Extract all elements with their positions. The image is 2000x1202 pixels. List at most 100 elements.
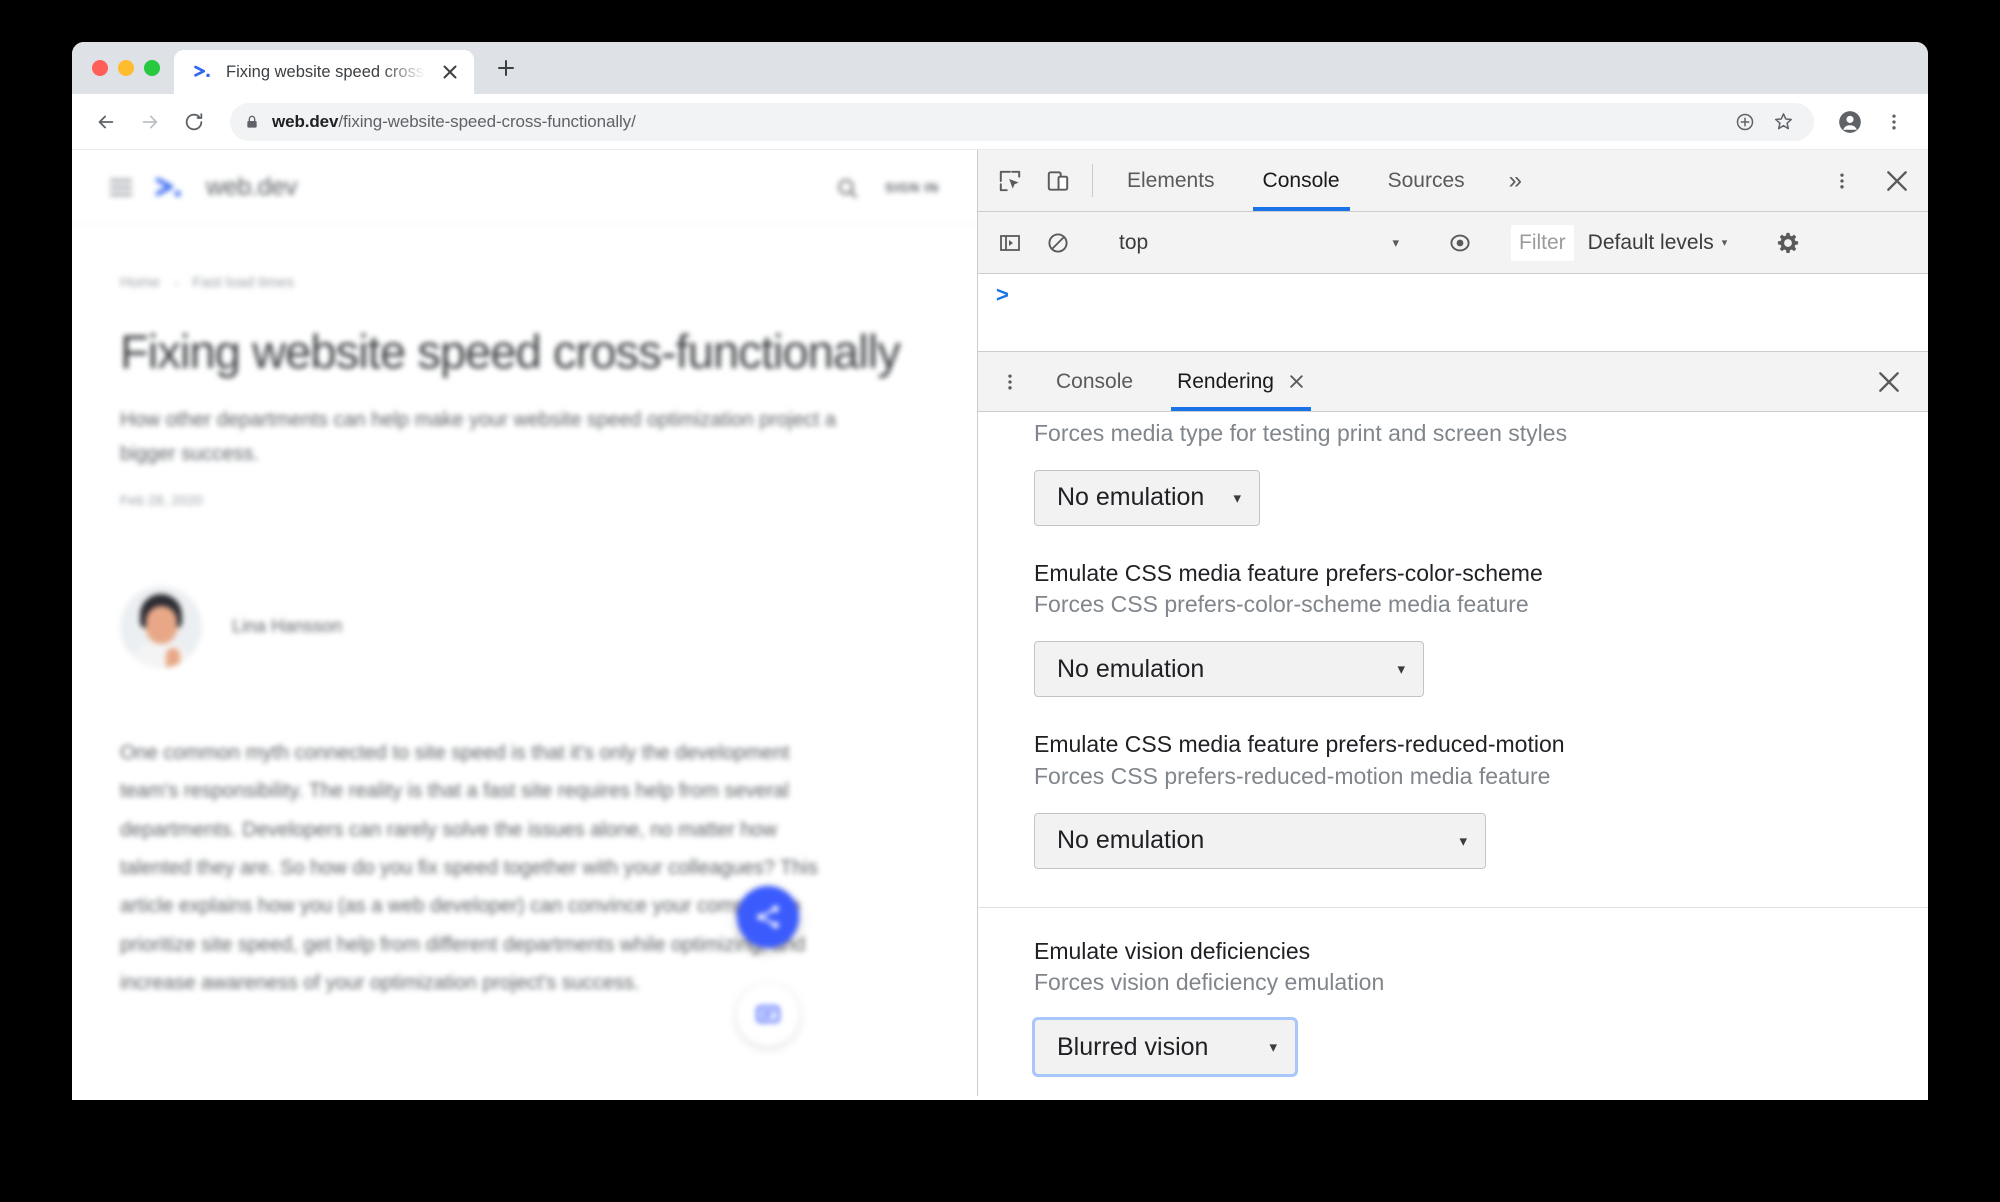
chevron-down-icon: ▾ (1269, 1039, 1277, 1057)
tab-elements[interactable]: Elements (1103, 150, 1239, 211)
devtools-panel: Elements Console Sources » top ▾ Filter … (978, 150, 1928, 1096)
url-text: web.dev/fixing-website-speed-cross-funct… (272, 112, 636, 132)
page-blurred-content: web.dev SIGN IN Home › Fast load times F… (72, 150, 977, 1096)
inspect-element-icon[interactable] (986, 150, 1034, 211)
site-header: web.dev SIGN IN (72, 150, 977, 226)
console-message-area[interactable]: > (978, 274, 1928, 352)
page-title: Fixing website speed cross-functionally (120, 325, 901, 378)
emulate-media-value: No emulation (1057, 483, 1205, 512)
site-header-actions: SIGN IN (835, 176, 939, 200)
console-prompt-chevron: > (996, 282, 1009, 307)
minimize-window-button[interactable] (118, 60, 134, 76)
author-row: Lina Hansson (120, 585, 929, 668)
tab-strip: Fixing website speed cross-fun (72, 42, 1928, 94)
rendering-section-prefers-reduced-motion: Emulate CSS media feature prefers-reduce… (978, 723, 1928, 894)
hamburger-icon[interactable] (110, 179, 132, 196)
profile-avatar-icon[interactable] (1830, 102, 1870, 142)
close-window-button[interactable] (92, 60, 108, 76)
prefers-color-scheme-select[interactable]: No emulation ▾ (1034, 641, 1424, 698)
console-sidebar-icon[interactable] (988, 221, 1032, 265)
window-traffic-lights (86, 42, 174, 94)
prefers-reduced-motion-value: No emulation (1057, 826, 1205, 855)
rendering-section-vision-deficiencies: Emulate vision deficiencies Forces visio… (978, 906, 1928, 1096)
author-name[interactable]: Lina Hansson (232, 616, 342, 637)
webdev-favicon (192, 61, 214, 83)
devtools-menu-icon[interactable] (1818, 171, 1866, 191)
address-bar[interactable]: web.dev/fixing-website-speed-cross-funct… (230, 102, 1814, 141)
tab-console-label: Console (1262, 168, 1340, 192)
section-title: Emulate vision deficiencies (1034, 937, 1311, 964)
drawer-tabbar: Console Rendering (978, 352, 1928, 412)
section-description: Forces CSS prefers-reduced-motion media … (1034, 762, 1551, 789)
tab-sources-label: Sources (1387, 168, 1465, 192)
gear-icon[interactable] (1766, 221, 1810, 265)
feedback-icon[interactable] (737, 984, 799, 1046)
breadcrumb-current[interactable]: Fast load times (192, 274, 294, 291)
close-drawer-icon[interactable] (1850, 352, 1928, 411)
browser-tab[interactable]: Fixing website speed cross-fun (174, 50, 474, 94)
content-split: web.dev SIGN IN Home › Fast load times F… (72, 150, 1928, 1096)
page-viewport: web.dev SIGN IN Home › Fast load times F… (72, 150, 978, 1096)
maximize-window-button[interactable] (144, 60, 160, 76)
console-filter-input[interactable]: Filter (1511, 224, 1574, 261)
breadcrumb-separator-icon: › (174, 275, 179, 290)
breadcrumb-home[interactable]: Home (120, 274, 160, 291)
tab-sources[interactable]: Sources (1364, 150, 1489, 211)
console-levels-label: Default levels (1587, 230, 1714, 254)
webdev-logo-icon[interactable] (154, 173, 184, 203)
device-toolbar-icon[interactable] (1034, 150, 1082, 211)
new-tab-button[interactable] (484, 46, 528, 90)
lock-icon (244, 114, 260, 130)
tab-console[interactable]: Console (1239, 150, 1364, 211)
close-devtools-icon[interactable] (1866, 168, 1928, 194)
article: Home › Fast load times Fixing website sp… (72, 226, 977, 1003)
chevron-down-icon: ▾ (1392, 234, 1399, 250)
install-app-icon[interactable] (1728, 105, 1762, 139)
chevron-down-icon: ▾ (1721, 237, 1728, 249)
prefers-reduced-motion-select[interactable]: No emulation ▾ (1034, 812, 1486, 869)
emulate-media-select[interactable]: No emulation ▾ (1034, 469, 1260, 526)
drawer-more-options-icon[interactable] (986, 352, 1034, 411)
browser-menu-icon[interactable] (1874, 102, 1914, 142)
section-title: Emulate CSS media feature prefers-color-… (1034, 559, 1543, 586)
console-context-select[interactable]: top ▾ (1109, 223, 1409, 263)
breadcrumb: Home › Fast load times (120, 274, 929, 291)
share-icon[interactable] (737, 886, 799, 948)
console-levels-select[interactable]: Default levels ▾ (1578, 231, 1738, 255)
rendering-section-prefers-color-scheme: Emulate CSS media feature prefers-color-… (978, 552, 1928, 723)
drawer-tab-console[interactable]: Console (1034, 352, 1155, 411)
chevron-down-icon: ▾ (1233, 489, 1241, 507)
more-tabs-icon[interactable]: » (1489, 150, 1542, 211)
reload-button[interactable] (174, 102, 214, 142)
toolbar-divider (1092, 164, 1093, 197)
drawer-tab-rendering[interactable]: Rendering (1155, 352, 1327, 411)
close-rendering-tab-icon[interactable] (1288, 373, 1305, 390)
close-tab-button[interactable] (438, 60, 462, 84)
vision-deficiency-select[interactable]: Blurred vision ▾ (1032, 1017, 1298, 1078)
devtools-tabbar-actions (1805, 150, 1928, 211)
article-body: One common myth connected to site speed … (120, 741, 818, 995)
devtools-tabbar: Elements Console Sources » (978, 150, 1928, 212)
clear-console-icon[interactable] (1036, 221, 1080, 265)
back-button[interactable] (86, 102, 126, 142)
section-title: Emulate CSS media feature prefers-reduce… (1034, 731, 1565, 758)
site-logo-text[interactable]: web.dev (206, 173, 297, 202)
chevron-down-icon: ▾ (1397, 661, 1405, 679)
devtools-drawer: Console Rendering Forces media type for … (978, 352, 1928, 1096)
star-icon[interactable] (1766, 105, 1800, 139)
drawer-tab-rendering-label: Rendering (1177, 369, 1274, 393)
url-domain: web.dev (272, 111, 339, 131)
prefers-color-scheme-value: No emulation (1057, 654, 1205, 683)
vision-deficiency-value: Blurred vision (1057, 1032, 1209, 1061)
live-expression-icon[interactable] (1438, 221, 1482, 265)
avatar (120, 585, 202, 668)
section-description: Forces media type for testing print and … (1034, 420, 1568, 446)
console-toolbar: top ▾ Filter Default levels ▾ (978, 212, 1928, 274)
tab-elements-label: Elements (1127, 168, 1215, 192)
rendering-section-emulate-media: Forces media type for testing print and … (978, 412, 1928, 552)
browser-tab-title: Fixing website speed cross-fun (226, 62, 426, 81)
sign-in-link[interactable]: SIGN IN (885, 180, 939, 195)
forward-button[interactable] (130, 102, 170, 142)
browser-window: Fixing website speed cross-fun (72, 42, 1928, 1100)
search-icon[interactable] (835, 176, 859, 200)
